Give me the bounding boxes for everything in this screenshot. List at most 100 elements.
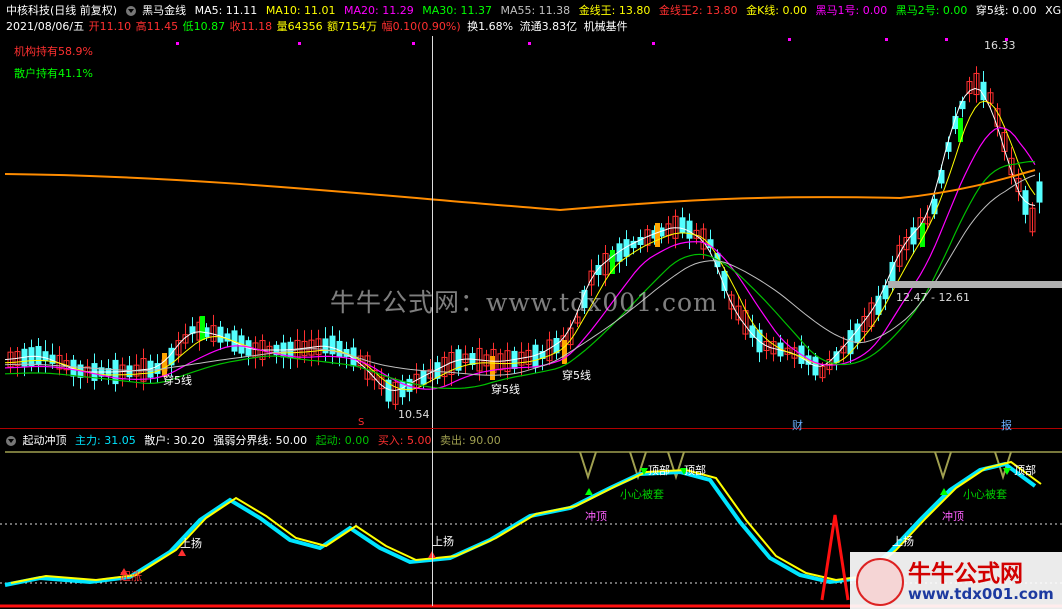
range-bar (888, 281, 1062, 288)
candle-body (749, 325, 756, 338)
quote-date: 2021/08/06/五 (6, 20, 85, 33)
ma20-line (4, 126, 1036, 390)
bottom-marker: S (358, 417, 364, 428)
low-price-label: 10.54 (398, 408, 430, 421)
quote-low: 低10.87 (182, 20, 226, 33)
quote-range: 幅0.10(0.90%) (381, 20, 461, 33)
sell-value: 卖出: 90.00 (440, 434, 501, 447)
ma5-value: MA5: 11.11 (194, 4, 258, 17)
retail-value: 散户: 30.20 (144, 434, 205, 447)
sell-v-mark (579, 451, 597, 481)
watermark-text: 牛牛公式网：www.tdx001.com (330, 288, 718, 317)
retail-holding: 散户持有41.1% (14, 67, 93, 80)
signal-dot (945, 38, 948, 41)
sub-label-shangyang-2: 上扬 (432, 535, 454, 548)
sub-indicator-header: 起动冲顶 主力: 31.05 散户: 30.20 强弱分界线: 50.00 起动… (6, 433, 506, 449)
highlight-candle (655, 223, 660, 247)
gold-line2-value: 金线王2: 13.80 (658, 4, 738, 17)
ma55-line (4, 174, 1036, 376)
buy-value: 买入: 5.00 (377, 434, 432, 447)
institution-holding: 机构持有58.9% (14, 45, 93, 58)
sub-label-dingbu-2: 顶部 (684, 464, 706, 477)
candle-body (1036, 181, 1043, 203)
quote-amount: 额7154万 (327, 20, 378, 33)
main-indicator-header: 中核科技(日线 前复权) 黑马金线 MA5: 11.11 MA10: 11.01… (6, 3, 1062, 19)
signal-dot (298, 42, 301, 45)
sub-label-chongding-1: 冲顶 (585, 510, 607, 523)
gold-line-value: 金线王: 13.80 (578, 4, 651, 17)
indicator-menu-icon[interactable] (125, 6, 136, 16)
panel-separator (0, 428, 1062, 429)
sub-label-beitao-2: 小心被套 (963, 488, 1007, 501)
candle-body (336, 340, 343, 357)
cross5-value: 穿5线: 0.00 (975, 4, 1037, 17)
stock-title: 中核科技(日线 前复权) (6, 4, 118, 17)
sub-label-shangyang-3: 上扬 (892, 535, 914, 548)
highlight-candle (958, 118, 963, 142)
highlight-candle (200, 316, 205, 340)
ma5-line (4, 87, 1036, 392)
start-value: 起动: 0.00 (315, 434, 370, 447)
candle-body (833, 351, 840, 363)
candle-body (217, 326, 224, 343)
sub-label-dingbu-3: 顶部 (1014, 464, 1036, 477)
ma10-line (4, 100, 1036, 391)
candle-body (686, 220, 693, 239)
cow-logo-icon (856, 558, 904, 606)
signal-dot (885, 38, 888, 41)
sub-label-qizhang: 起涨 (120, 570, 142, 583)
quote-turnover: 换1.68% (467, 20, 514, 33)
signal-arrow-icon (585, 488, 593, 495)
candle-body (931, 198, 938, 215)
highlight-candle (562, 340, 567, 364)
candle-body (42, 351, 49, 362)
crosshair-line (432, 36, 433, 606)
sub-label-dingbu-1: 顶部 (648, 464, 670, 477)
brand-badge: 牛牛公式网 www.tdx001.com (850, 552, 1062, 609)
quote-open: 开11.10 (88, 20, 132, 33)
quote-info-line: 2021/08/06/五 开11.10 高11.45 低10.87 收11.18… (6, 19, 633, 35)
signal-dot (652, 42, 655, 45)
sub-indicator-menu-icon[interactable] (6, 436, 16, 446)
signal-dot (412, 42, 415, 45)
quote-volume: 量64356 (276, 20, 323, 33)
report-signal[interactable]: 报 (1001, 417, 1012, 433)
main-force-value: 主力: 31.05 (75, 434, 136, 447)
ma10-value: MA10: 11.01 (265, 4, 336, 17)
sub-label-chongding-2: 冲顶 (942, 510, 964, 523)
candle-body (854, 323, 861, 344)
sub-indicator-name[interactable]: 起动冲顶 (23, 433, 67, 449)
highlight-candle (490, 356, 495, 380)
finance-signal[interactable]: 财 (792, 417, 803, 433)
sell-v-mark (934, 451, 952, 481)
ma20-value: MA20: 11.29 (344, 4, 414, 17)
horse1-value: 黑马1号: 0.00 (815, 4, 888, 17)
horse2-value: 黑马2号: 0.00 (895, 4, 968, 17)
signal-dot (788, 38, 791, 41)
sub-label-shangyang-1: 上扬 (180, 537, 202, 550)
brand-url: www.tdx001.com (908, 585, 1054, 603)
candle-body (959, 100, 966, 110)
gold-k-value: 金K线: 0.00 (746, 4, 808, 17)
candle-body (679, 217, 686, 233)
quote-float: 流通3.83亿 (519, 20, 578, 33)
quote-sector: 机械基件 (583, 20, 628, 33)
quote-high: 高11.45 (135, 20, 179, 33)
ma30-line (4, 160, 1036, 389)
long-term-line (4, 169, 1036, 212)
start-spike (820, 514, 850, 601)
cross5-label-2: 穿5线 (491, 383, 520, 396)
divide-line-value: 强弱分界线: 50.00 (213, 434, 308, 447)
xg-value: XG (1045, 4, 1062, 17)
candle-body (910, 227, 917, 245)
signal-dot (176, 42, 179, 45)
signal-dot (528, 42, 531, 45)
ma55-value: MA55: 11.38 (500, 4, 571, 17)
sub-label-beitao-1: 小心被套 (620, 488, 664, 501)
quote-close: 收11.18 (229, 20, 273, 33)
brand-name: 牛牛公式网 (908, 560, 1023, 587)
cross5-label-1: 穿5线 (163, 374, 192, 387)
candle-body (35, 346, 42, 366)
peak-price-label: 16.33 (984, 39, 1016, 52)
indicator-name[interactable]: 黑马金线 (142, 3, 186, 19)
